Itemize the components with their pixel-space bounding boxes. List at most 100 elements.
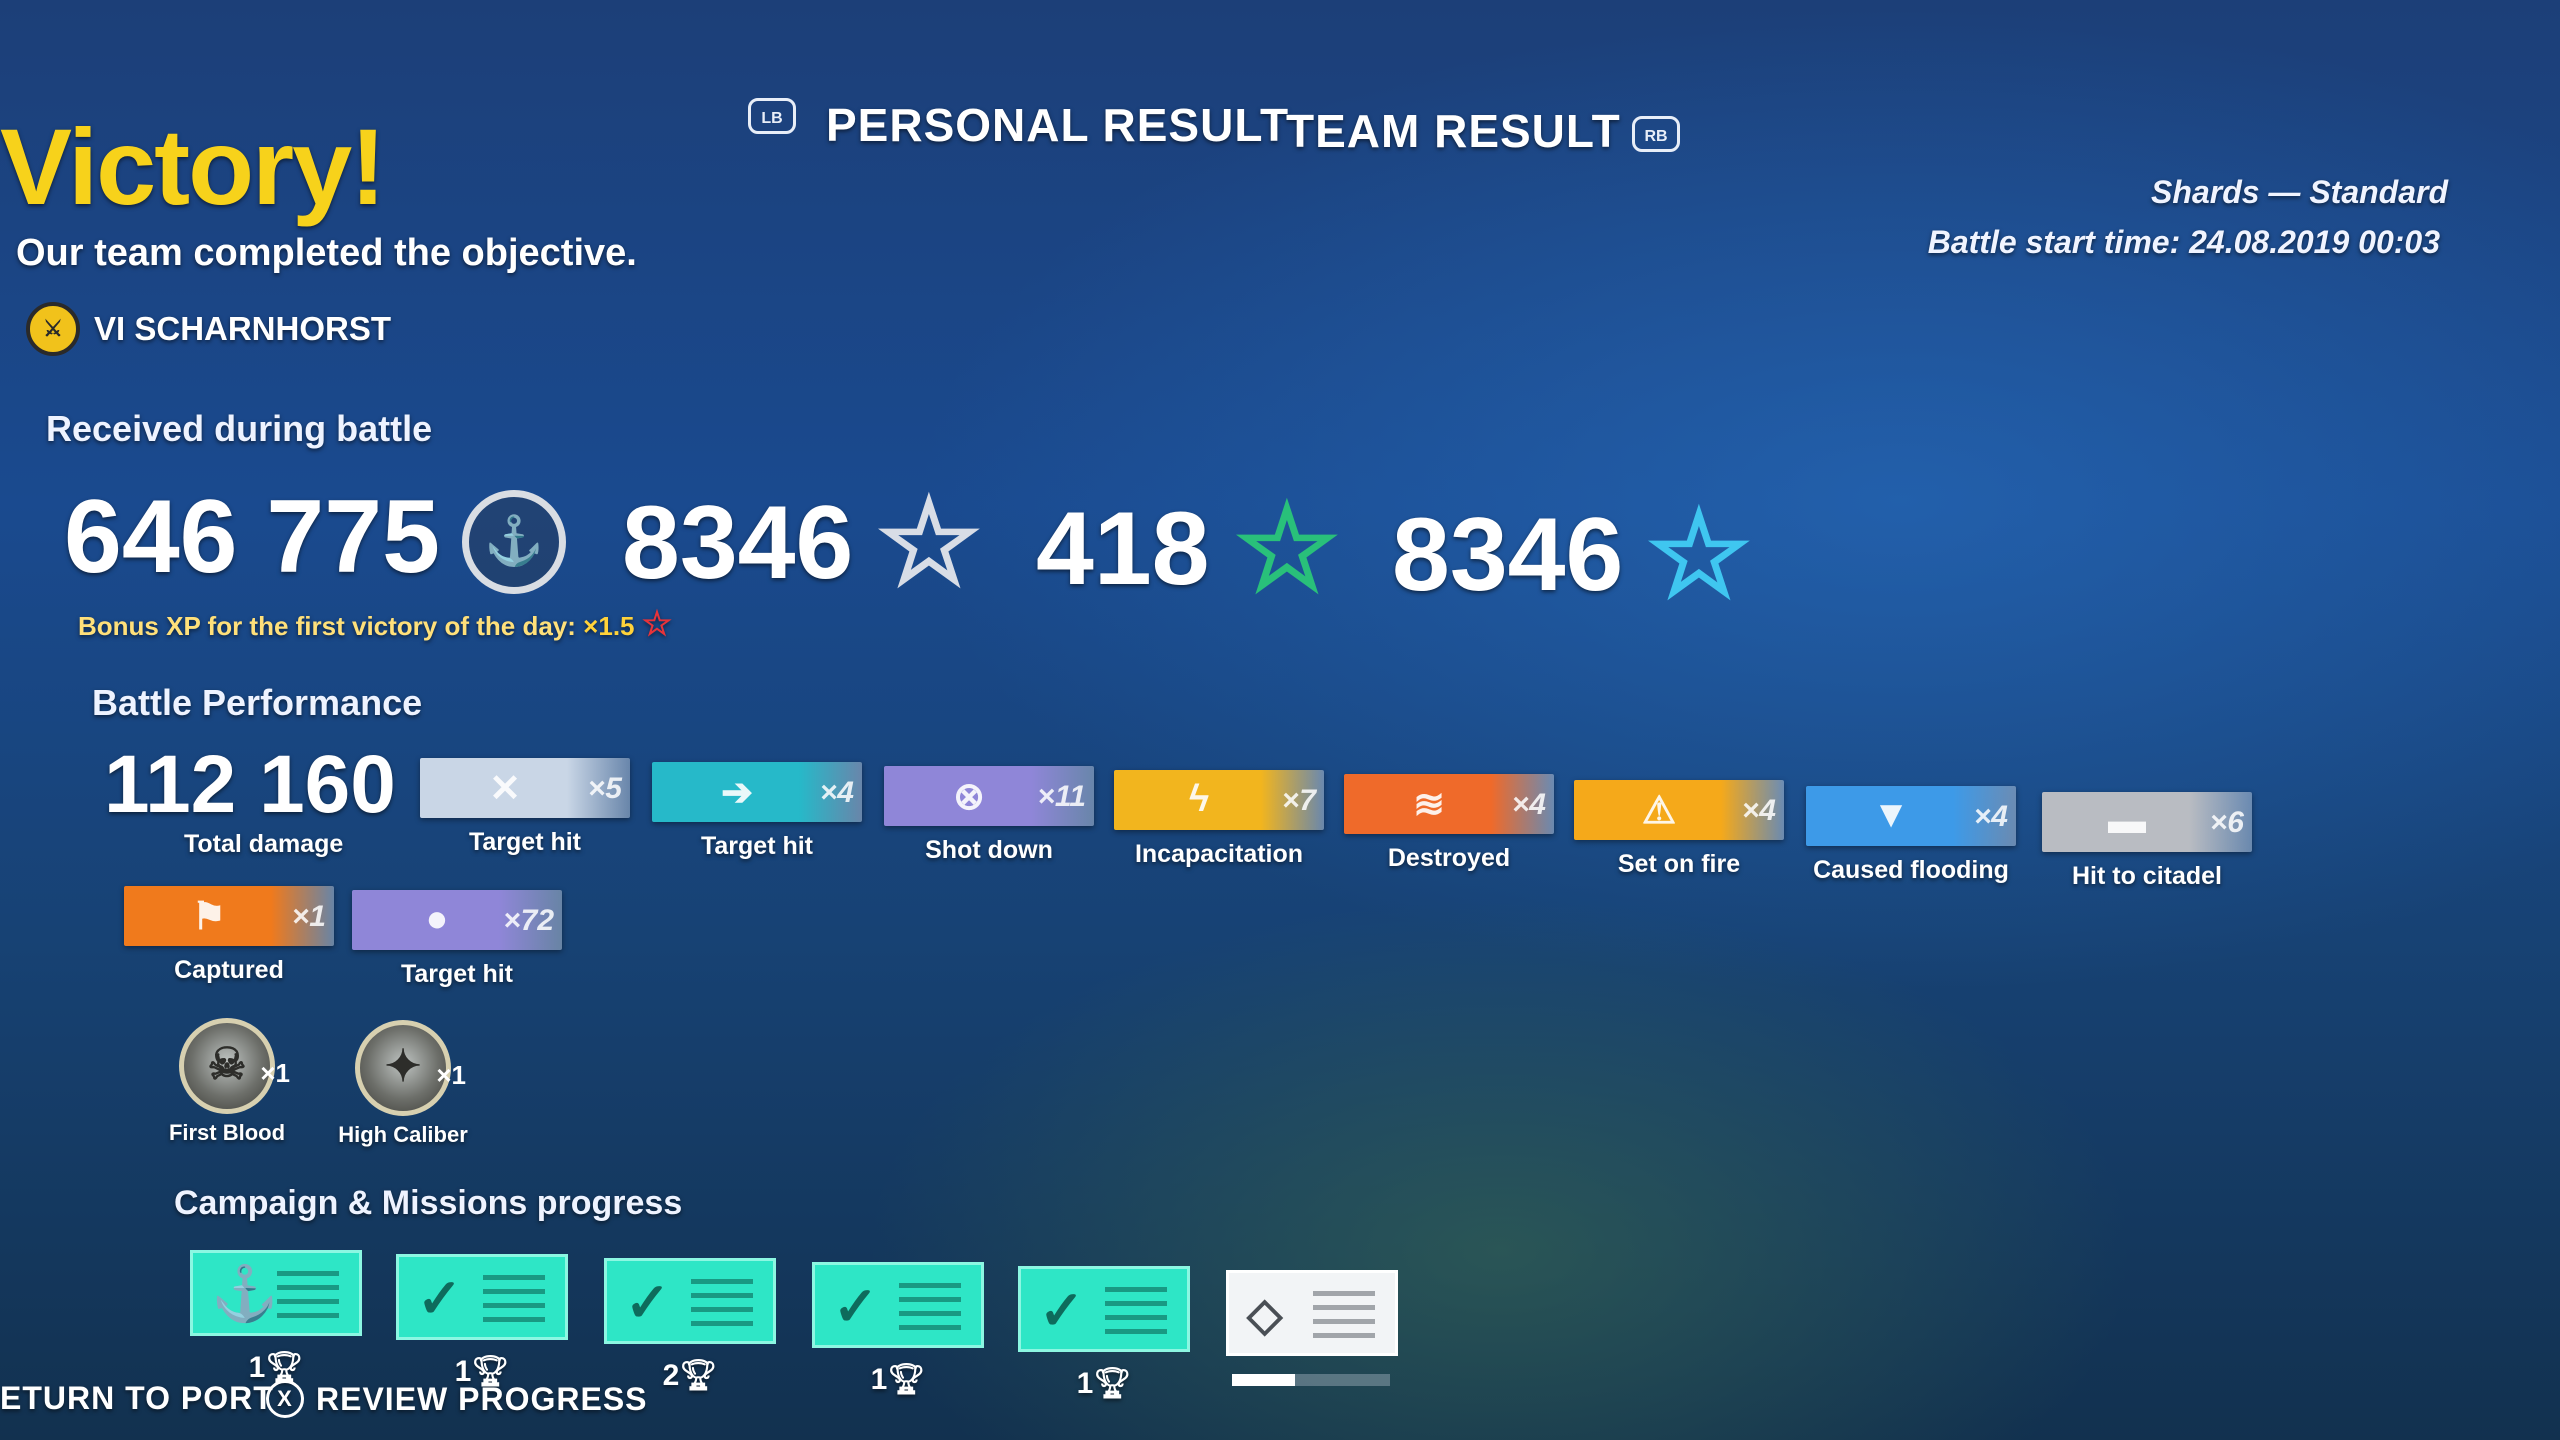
mission-card[interactable]: ◇ [1226, 1270, 1398, 1356]
xp-star-icon: ☆ [876, 477, 982, 609]
lb-badge: LB [748, 98, 796, 134]
bonus-xp-note: Bonus XP for the first victory of the da… [78, 604, 672, 644]
ribbon-bar: ✕ ×5 [420, 758, 630, 818]
tab-personal-result[interactable]: PERSONAL RESULT [826, 98, 1289, 152]
checkmark-icon: ✓ [625, 1273, 671, 1333]
received-heading: Received during battle [46, 408, 433, 449]
battle-start-time: Battle start time: 24.08.2019 00:03 [1927, 224, 2440, 260]
plane-crosshair-icon: ⊗ [953, 776, 985, 818]
trophy-icon: 🏆︎ [887, 1363, 926, 1396]
free-xp-value: 8346 [1392, 497, 1624, 613]
ribbon-count: ×4 [1973, 800, 2008, 833]
checkmark-icon: ✓ [1039, 1281, 1085, 1341]
mission-card[interactable]: ✓ [1018, 1266, 1190, 1352]
high-caliber-medal-icon: ✦ ×1 [355, 1020, 466, 1116]
missions-heading: Campaign & Missions progress [174, 1184, 683, 1222]
flag-icon: ⚑ [191, 896, 227, 938]
lb-button-icon[interactable]: LB [748, 98, 796, 134]
mission-progress-fill [1232, 1374, 1296, 1386]
ribbon-bar: ➔ ×4 [652, 762, 862, 822]
rb-badge: RB [1632, 116, 1680, 152]
sinking-ship-icon: ≋ [1413, 784, 1445, 826]
diamond-alert-icon: ◇ [1247, 1288, 1283, 1340]
ribbon-bar: ▬ ×6 [2042, 792, 2252, 852]
commander-xp-star-icon: ☆ [1234, 483, 1340, 615]
trophy-icon: 🏆︎ [679, 1359, 718, 1392]
rb-button-icon[interactable]: RB [1632, 116, 1680, 152]
mission-text-lines [1105, 1287, 1167, 1343]
ribbon-label: Captured [174, 956, 284, 984]
tab-team-result[interactable]: TEAM RESULT [1286, 104, 1621, 158]
ribbon-label: Target hit [700, 832, 814, 860]
ribbon-count: ×72 [503, 904, 554, 937]
ship-name: VI SCHARNHORST [94, 310, 392, 347]
ribbon: ⚑ ×1 Captured [124, 886, 334, 985]
ship-tier-icon: ⚔ [26, 302, 80, 356]
mission-card[interactable]: ✓ [396, 1254, 568, 1340]
total-damage-value: 112 160 [104, 739, 396, 830]
return-to-port-button[interactable]: ETURN TO PORT [0, 1380, 274, 1417]
mission-text-lines [1313, 1291, 1375, 1347]
anchor-icon: ⚓ [211, 1264, 279, 1324]
flooding-icon: ▼ [1872, 794, 1910, 836]
bonus-star-icon: ☆ [641, 605, 673, 643]
ribbon-label: Target hit [468, 828, 582, 856]
medal-label: High Caliber [338, 1122, 468, 1147]
ribbon-count: ×1 [291, 900, 326, 933]
medal: ☠ ×1 First Blood [142, 1018, 312, 1146]
mission-progress-bar [1232, 1374, 1390, 1386]
result-subtitle: Our team completed the objective. [16, 232, 637, 274]
mission-card[interactable]: ✓ [604, 1258, 776, 1344]
result-title: Victory! [0, 106, 386, 227]
ship-silhouette-icon: ▬ [2108, 800, 2146, 842]
ribbon-label: Incapacitation [1134, 840, 1304, 868]
mission-text-lines [691, 1279, 753, 1335]
lightning-icon: ϟ [1188, 778, 1210, 820]
ribbon-bar: ● ×72 [352, 890, 562, 950]
ribbon-label: Target hit [400, 960, 514, 988]
credits-icon: ⚓ [462, 490, 566, 594]
medal-count: ×1 [260, 1058, 290, 1088]
review-progress-label: REVIEW PROGRESS [316, 1380, 648, 1417]
ribbon: ϟ ×7 Incapacitation [1114, 770, 1324, 869]
trophy-icon: 🏆︎ [1093, 1367, 1132, 1400]
mission-reward: 1🏆︎ [1018, 1366, 1190, 1401]
ribbon-label: Caused flooding [1813, 856, 2009, 884]
ribbon-count: ×11 [1037, 780, 1086, 813]
ribbon-bar: ⊗ ×11 [884, 766, 1094, 826]
ribbon: ⚠ ×4 Set on fire [1574, 780, 1784, 879]
xp-value: 8346 [622, 485, 854, 601]
mission-text-lines [483, 1275, 545, 1331]
ribbon-bar: ⚑ ×1 [124, 886, 334, 946]
mission-card[interactable]: ⚓ [190, 1250, 362, 1336]
ribbon-count: ×7 [1281, 784, 1316, 817]
ribbon: ≋ ×4 Destroyed [1344, 774, 1554, 873]
mission-reward-count: 2 [662, 1359, 680, 1392]
mission-reward: 1🏆︎ [812, 1362, 984, 1397]
ribbon-bar: ϟ ×7 [1114, 770, 1324, 830]
bombs-icon: ● [425, 898, 449, 940]
crossed-shells-icon: ✕ [489, 768, 521, 810]
ribbon-count: ×4 [1741, 794, 1776, 827]
ribbon-count: ×5 [587, 772, 622, 805]
ribbon-count: ×4 [1511, 788, 1546, 821]
checkmark-icon: ✓ [833, 1277, 879, 1337]
ribbon-label: Hit to citadel [2071, 862, 2222, 890]
ribbon: ⊗ ×11 Shot down [884, 766, 1094, 865]
mission-card[interactable]: ✓ [812, 1262, 984, 1348]
ship-info: ⚔ VI SCHARNHORST [26, 302, 391, 356]
medal-label: First Blood [168, 1120, 286, 1145]
performance-heading: Battle Performance [92, 682, 423, 723]
ribbon: ● ×72 Target hit [352, 890, 562, 989]
commander-xp-value: 418 [1036, 491, 1210, 607]
ribbon-label: Destroyed [1387, 844, 1511, 872]
x-button-icon: X [266, 1380, 304, 1418]
total-damage-label: Total damage [184, 830, 344, 858]
mission-reward-count: 1 [870, 1363, 888, 1396]
review-progress-button[interactable]: X REVIEW PROGRESS [266, 1380, 648, 1418]
fire-warning-icon: ⚠ [1641, 790, 1677, 832]
medal-count: ×1 [436, 1060, 466, 1090]
ribbon-bar: ⚠ ×4 [1574, 780, 1784, 840]
mission-reward-count: 1 [1076, 1367, 1094, 1400]
mission-text-lines [899, 1283, 961, 1339]
